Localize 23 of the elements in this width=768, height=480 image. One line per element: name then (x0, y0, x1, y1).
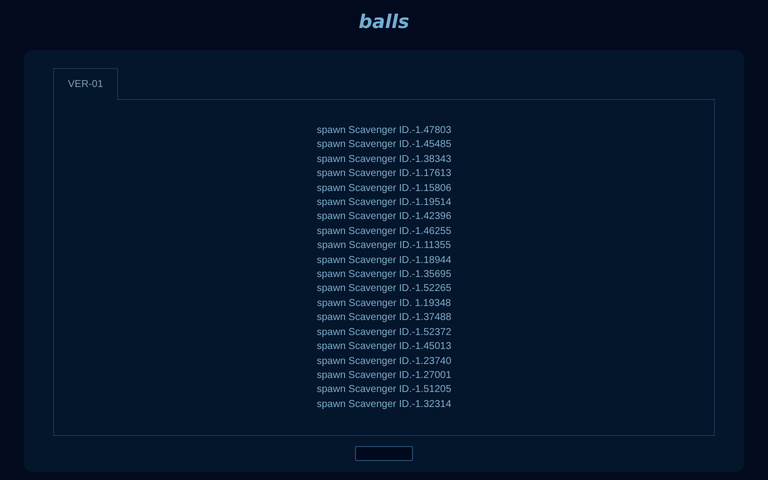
page-title: balls (358, 10, 410, 35)
log-line: spawn Scavenger ID.-1.23740 (316, 354, 452, 368)
log-line: spawn Scavenger ID.-1.11355 (317, 239, 451, 254)
log-line: spawn Scavenger ID.-1.35695 (316, 268, 452, 282)
log-line: spawn Scavenger ID.-1.46255 (316, 224, 452, 239)
log-line: spawn Scavenger ID.-1.45013 (316, 340, 452, 354)
log-line: spawn Scavenger ID.-1.37488 (316, 311, 452, 326)
log-line: spawn Scavenger ID.-1.38343 (316, 152, 452, 167)
log-line: spawn Scavenger ID.-1.27001 (316, 368, 452, 383)
log-line: spawn Scavenger ID.-1.42396 (316, 210, 452, 224)
log-line: spawn Scavenger ID.-1.52372 (316, 326, 452, 340)
log-line: spawn Scavenger ID.-1.19514 (316, 196, 452, 210)
log-line: spawn Scavenger ID.-1.47803 (316, 124, 452, 138)
log-line: spawn Scavenger ID.-1.45485 (316, 138, 452, 152)
log-line: spawn Scavenger ID.-1.52265 (316, 282, 452, 296)
tab[interactable]: VER-01 (53, 68, 118, 100)
log-line: spawn Scavenger ID. 1.19348 (317, 296, 451, 311)
log-line: spawn Scavenger ID.-1.18944 (316, 254, 452, 268)
log-line: spawn Scavenger ID.-1.17613 (316, 167, 452, 182)
log-line: spawn Scavenger ID.-1.51205 (316, 383, 452, 398)
log-line: spawn Scavenger ID.-1.15806 (316, 182, 452, 196)
log-line: spawn Scavenger ID.-1.32314 (316, 398, 452, 412)
action-button[interactable] (355, 446, 413, 461)
